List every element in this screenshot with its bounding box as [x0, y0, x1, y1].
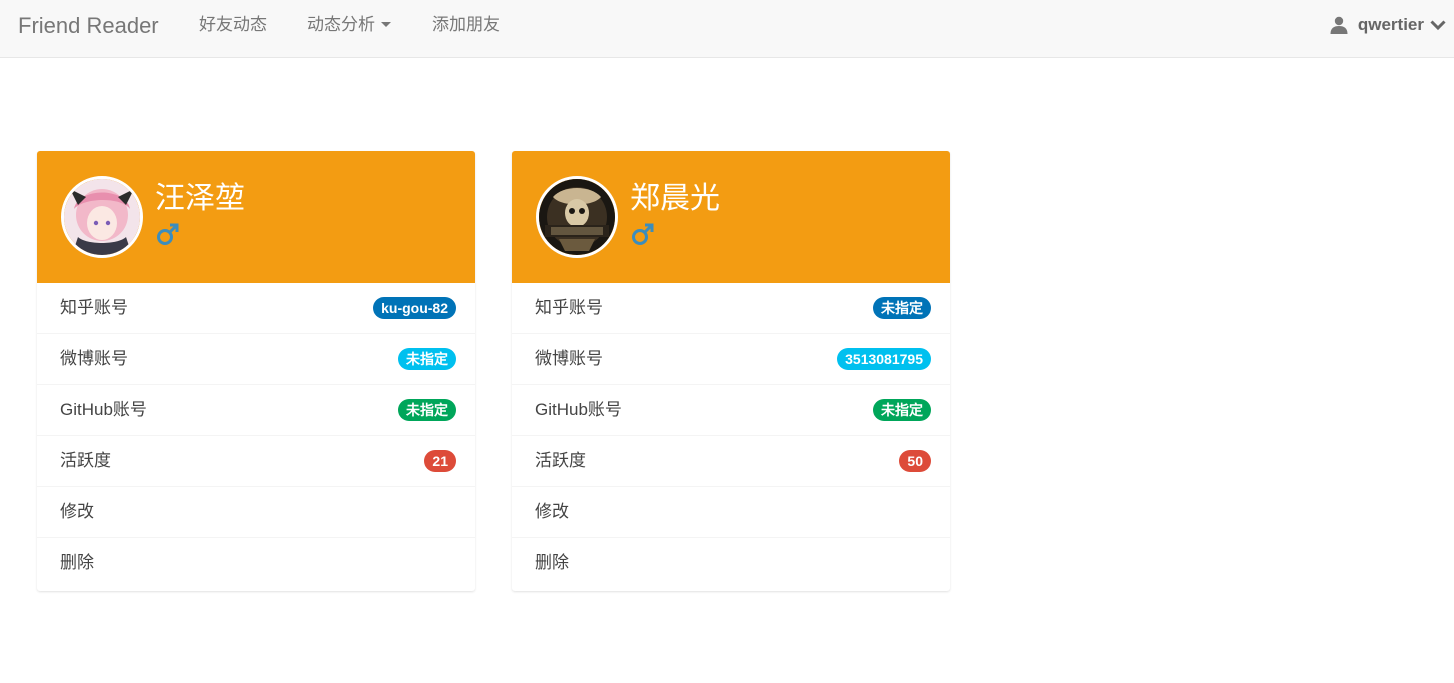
avatar [536, 176, 618, 258]
row-label: 知乎账号 [60, 298, 128, 317]
top-navbar: Friend Reader 好友动态 动态分析 添加朋友 qwertier [0, 0, 1454, 58]
card-header: 郑晨光 [512, 151, 950, 283]
avatar [61, 176, 143, 258]
nav-friend-feed[interactable]: 好友动态 [199, 15, 267, 35]
edit-label: 修改 [535, 502, 569, 521]
list-item-activity: 活跃度 21 [37, 436, 475, 487]
account-list: 知乎账号 ku-gou-82 微博账号 未指定 GitHub账号 未指定 活跃度 21 … [37, 283, 475, 590]
male-icon [157, 223, 179, 245]
card-header: 汪泽堃 [37, 151, 475, 283]
row-label: 知乎账号 [535, 298, 603, 317]
weibo-badge: 3513081795 [837, 348, 931, 370]
list-item-github: GitHub账号 未指定 [37, 385, 475, 436]
activity-badge: 50 [899, 450, 931, 472]
caret-down-icon [381, 22, 391, 28]
user-name-title: 汪泽堃 [155, 182, 245, 215]
edit-link[interactable]: 修改 [512, 487, 950, 538]
user-name: qwertier [1357, 15, 1424, 34]
list-item-zhihu: 知乎账号 ku-gou-82 [37, 283, 475, 334]
edit-label: 修改 [60, 502, 94, 521]
nav-add-friend[interactable]: 添加朋友 [432, 15, 500, 35]
delete-link[interactable]: 删除 [512, 538, 950, 590]
list-item-weibo: 微博账号 未指定 [37, 334, 475, 385]
zhihu-badge: 未指定 [873, 297, 931, 319]
activity-badge: 21 [424, 450, 456, 472]
nav-analysis-label: 动态分析 [307, 15, 375, 34]
chevron-down-icon [1430, 20, 1446, 31]
weibo-badge: 未指定 [398, 348, 456, 370]
user-name-title: 郑晨光 [630, 182, 720, 215]
row-label: GitHub账号 [60, 400, 147, 419]
row-label: 活跃度 [535, 451, 586, 470]
nav-analysis-dropdown[interactable]: 动态分析 [307, 15, 391, 35]
list-item-weibo: 微博账号 3513081795 [512, 334, 950, 385]
user-menu[interactable]: qwertier [1330, 14, 1446, 36]
row-label: 活跃度 [60, 451, 111, 470]
user-icon [1330, 16, 1348, 34]
edit-link[interactable]: 修改 [37, 487, 475, 538]
delete-label: 删除 [535, 553, 569, 572]
row-label: GitHub账号 [535, 400, 622, 419]
friend-card: 郑晨光 知乎账号 未指定 微博账号 3513081795 GitHub账号 未指定 活… [512, 151, 950, 591]
male-icon [632, 223, 654, 245]
delete-label: 删除 [60, 553, 94, 572]
row-label: 微博账号 [60, 349, 128, 368]
brand-link[interactable]: Friend Reader [18, 13, 159, 39]
github-badge: 未指定 [873, 399, 931, 421]
row-label: 微博账号 [535, 349, 603, 368]
account-list: 知乎账号 未指定 微博账号 3513081795 GitHub账号 未指定 活跃度 50… [512, 283, 950, 590]
list-item-github: GitHub账号 未指定 [512, 385, 950, 436]
list-item-zhihu: 知乎账号 未指定 [512, 283, 950, 334]
friend-card: 汪泽堃 知乎账号 ku-gou-82 微博账号 未指定 GitHub账号 未指定 活跃… [37, 151, 475, 591]
zhihu-badge: ku-gou-82 [373, 297, 456, 319]
delete-link[interactable]: 删除 [37, 538, 475, 590]
list-item-activity: 活跃度 50 [512, 436, 950, 487]
github-badge: 未指定 [398, 399, 456, 421]
